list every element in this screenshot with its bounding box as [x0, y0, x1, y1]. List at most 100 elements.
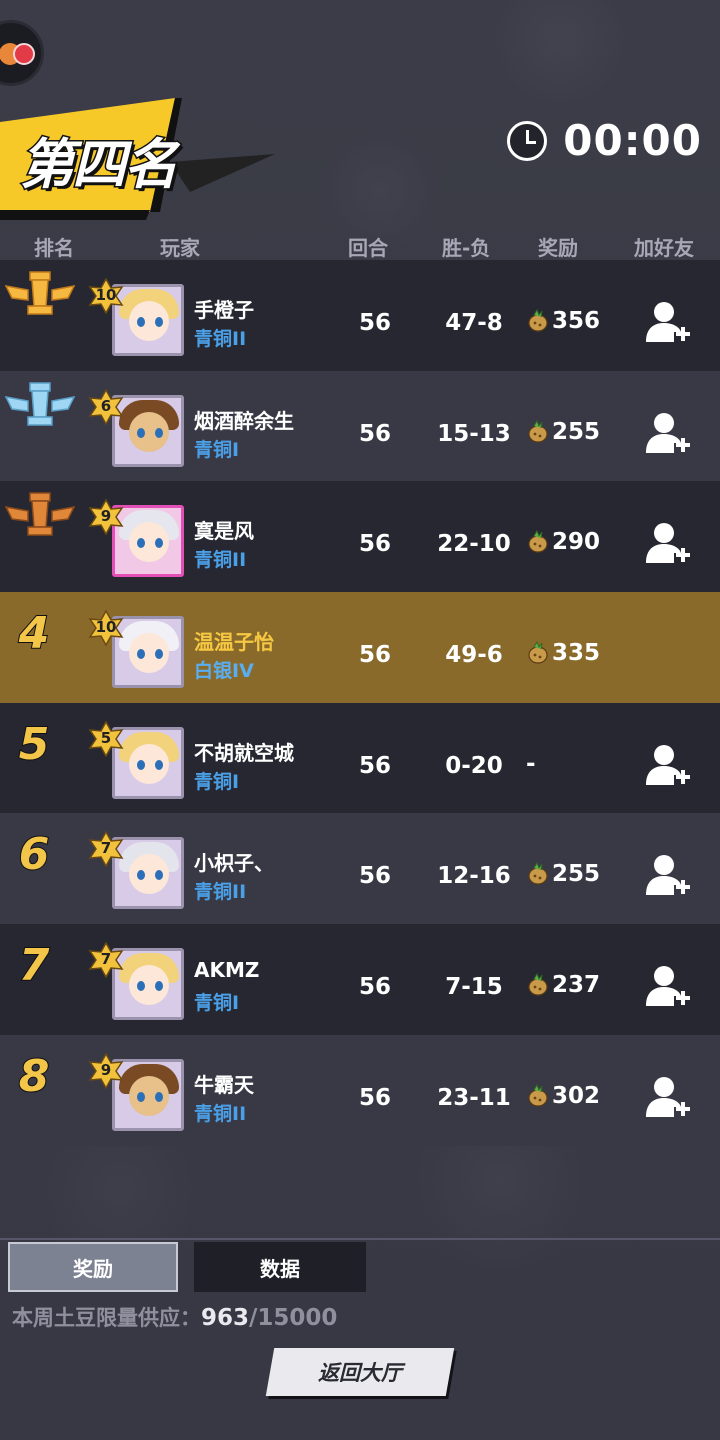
tab-reward[interactable]: 奖励 — [8, 1242, 178, 1292]
supply-label: 本周土豆限量供应： — [12, 1306, 201, 1330]
supply-max: /15000 — [249, 1305, 338, 1331]
player-name: 温温子怡 — [194, 630, 274, 655]
rank-number: 4 — [18, 607, 51, 660]
winloss-value: 47-8 — [445, 310, 503, 336]
level-number: 10 — [95, 618, 117, 637]
rounds-value: 56 — [358, 1084, 391, 1111]
reward-cell: - — [526, 751, 536, 777]
player-tier: 青铜II — [194, 1102, 247, 1125]
table-header: 排名 玩家 回合 胜-负 奖励 加好友 — [0, 228, 720, 260]
rounds-value: 56 — [358, 752, 391, 779]
silver-trophy-icon — [4, 377, 76, 441]
rank-number: 7 — [18, 939, 51, 992]
player-name: AKMZ — [194, 958, 260, 983]
winloss-value: 22-10 — [437, 531, 511, 558]
header-reward: 奖励 — [538, 236, 578, 260]
reward-cell: 335 — [526, 640, 600, 666]
player-tier: 青铜I — [194, 992, 240, 1015]
level-number: 7 — [100, 839, 112, 858]
player-tier: 青铜II — [194, 328, 247, 350]
player-name: 小枳子、 — [194, 851, 274, 876]
potato-icon — [526, 973, 550, 997]
return-lobby-button[interactable]: 返回大厅 — [265, 1348, 455, 1396]
reward-cell: 255 — [526, 419, 600, 445]
rounds-value: 56 — [358, 310, 391, 336]
potato-icon — [526, 530, 550, 554]
header-winloss: 胜-负 — [442, 236, 491, 260]
rounds-value: 56 — [358, 863, 391, 890]
winloss-value: 49-6 — [445, 642, 503, 669]
add-friend-icon — [646, 966, 690, 1007]
player-name: 牛霸天 — [194, 1072, 254, 1097]
player-name: 烟酒醉余生 — [194, 408, 294, 433]
reward-value: 237 — [552, 972, 601, 999]
bronze-trophy-icon — [4, 487, 76, 551]
add-friend-icon — [646, 412, 690, 453]
reward-cell: 356 — [526, 308, 600, 334]
player-tier: 青铜II — [194, 549, 247, 572]
winloss-value: 0-20 — [445, 752, 503, 779]
player-tier: 青铜I — [194, 770, 240, 793]
reward-cell: 302 — [526, 1083, 600, 1109]
player-name: 寞是风 — [194, 519, 254, 544]
player-tier: 青铜I — [194, 438, 240, 461]
header-rounds: 回合 — [348, 236, 388, 260]
tab-data[interactable]: 数据 — [194, 1242, 366, 1292]
add-friend-button[interactable] — [644, 1073, 692, 1121]
winloss-value: 7-15 — [445, 974, 503, 1001]
level-badge: 10 — [88, 278, 124, 314]
ranking-list: 10 手橙子 青铜II 56 47-8 356 6 烟酒醉余生 青铜I 56 1… — [0, 260, 720, 1146]
add-friend-icon — [646, 855, 690, 896]
rounds-value: 56 — [358, 420, 391, 447]
clock-icon — [507, 120, 548, 161]
table-row: 6 7 小枳子、 青铜II 56 12-16 255 — [0, 813, 720, 925]
add-friend-button[interactable] — [644, 409, 692, 457]
reward-cell: 290 — [526, 529, 600, 555]
level-badge: 10 — [88, 610, 124, 647]
add-friend-icon — [646, 1076, 690, 1117]
winloss-value: 15-13 — [437, 420, 511, 447]
level-number: 7 — [100, 950, 112, 969]
add-friend-button[interactable] — [644, 519, 692, 567]
level-number: 6 — [100, 396, 112, 415]
table-row: 7 7 AKMZ 青铜I 56 7-15 237 — [0, 924, 720, 1035]
add-friend-button[interactable] — [644, 298, 692, 346]
rounds-value: 56 — [358, 974, 391, 1001]
add-friend-button[interactable] — [644, 741, 692, 789]
add-friend-button[interactable] — [644, 851, 692, 899]
reward-value: 255 — [552, 861, 601, 888]
reward-value: 255 — [552, 418, 601, 445]
add-friend-icon — [646, 302, 690, 342]
add-friend-icon — [646, 744, 690, 785]
table-row: 4 10 温温子怡白银IV 56 49-6 335 — [0, 592, 720, 703]
table-row: 9 寞是风 青铜II 56 22-10 290 — [0, 481, 720, 593]
potato-icon — [526, 308, 550, 333]
table-row: 6 烟酒醉余生青铜I 56 15-13 255 — [0, 370, 720, 482]
level-badge: 5 — [88, 720, 124, 757]
reward-value: 302 — [552, 1082, 601, 1109]
potato-icon — [526, 862, 550, 886]
potato-icon — [526, 1083, 550, 1108]
rounds-value: 56 — [358, 642, 391, 669]
level-number: 5 — [100, 728, 112, 747]
player-tier: 白银IV — [194, 660, 254, 683]
bottom-tabs: 奖励 数据 — [0, 1238, 720, 1292]
header-player: 玩家 — [160, 236, 200, 260]
reward-value: 356 — [552, 308, 601, 334]
rank-number: 6 — [18, 828, 51, 881]
supply-current: 963 — [201, 1305, 250, 1331]
match-timer: 00:00 — [507, 116, 702, 165]
notification-dot-icon — [13, 43, 35, 65]
winloss-value: 23-11 — [437, 1084, 511, 1111]
table-row: 8 9 牛霸天青铜II 56 23-11 302 — [0, 1034, 720, 1146]
reward-value: 335 — [552, 640, 601, 667]
player-name: 不胡就空城 — [194, 740, 294, 765]
player-name: 手橙子 — [194, 298, 254, 322]
header-add-friend: 加好友 — [634, 236, 694, 260]
reward-cell: 255 — [526, 861, 600, 887]
level-number: 9 — [100, 1060, 112, 1079]
level-badge: 9 — [88, 499, 124, 536]
add-friend-button[interactable] — [644, 962, 692, 1010]
add-friend-icon — [646, 523, 690, 564]
rank-number: 8 — [18, 1050, 51, 1103]
